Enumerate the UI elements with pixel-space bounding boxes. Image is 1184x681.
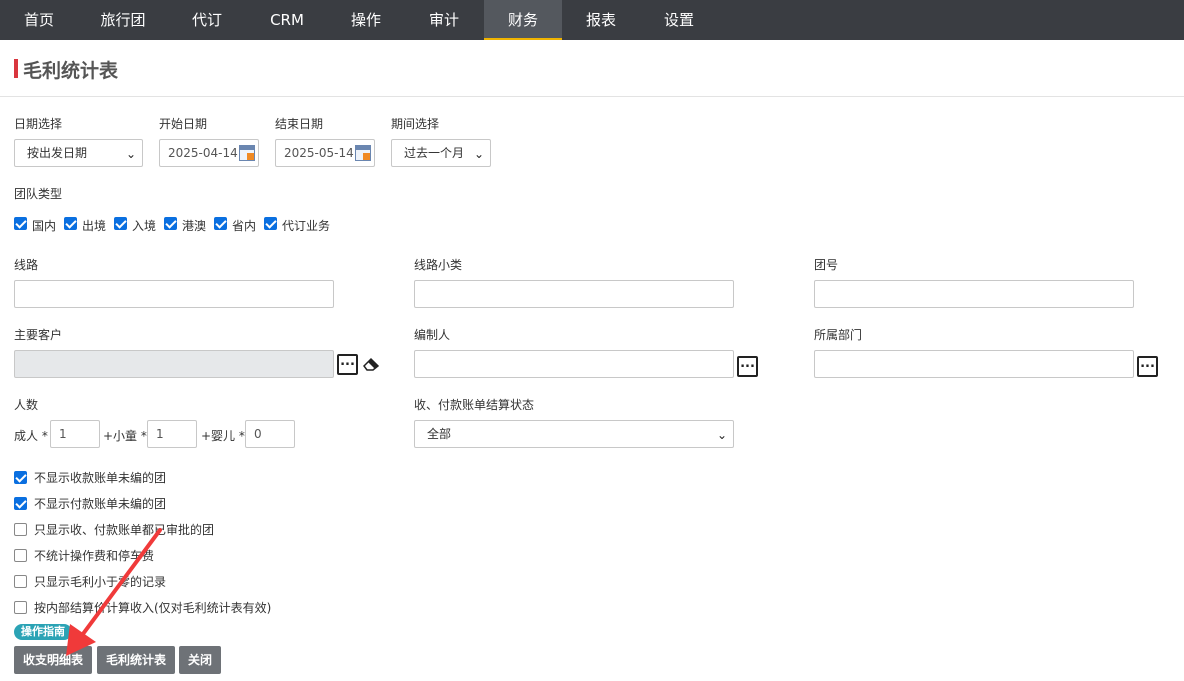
guide-badge[interactable]: 操作指南: [14, 624, 72, 640]
editor-label: 编制人: [414, 328, 451, 342]
start-date-input[interactable]: 2025-04-14: [159, 139, 259, 167]
more-icon[interactable]: ...: [737, 356, 758, 377]
date-select[interactable]: 按出发日期 ⌄: [14, 139, 143, 167]
department-input[interactable]: [814, 350, 1134, 378]
period-label: 期间选择: [391, 117, 440, 131]
option-checkbox-negative-profit[interactable]: [14, 575, 27, 588]
editor-input[interactable]: [414, 350, 734, 378]
date-select-label: 日期选择: [14, 117, 63, 131]
option-checkbox-exclude-fees[interactable]: [14, 549, 27, 562]
calendar-icon[interactable]: [355, 145, 371, 161]
group-no-input[interactable]: [814, 280, 1134, 308]
end-date-value: 2025-05-14: [284, 146, 354, 160]
team-type-label-province: 省内: [232, 219, 257, 233]
option-label: 不统计操作费和停车费: [34, 549, 155, 563]
top-nav: 首页 旅行团 代订 CRM 操作 审计 财务 报表 设置: [0, 0, 1184, 40]
team-type-checkbox-domestic[interactable]: [14, 217, 27, 230]
more-icon[interactable]: ...: [337, 354, 358, 375]
settle-status-select[interactable]: 全部 ⌄: [414, 420, 734, 448]
profit-report-button[interactable]: 毛利统计表: [97, 646, 175, 674]
option-checkbox-only-approved[interactable]: [14, 523, 27, 536]
period-select[interactable]: 过去一个月 ⌄: [391, 139, 491, 167]
nav-audit[interactable]: 审计: [404, 0, 484, 40]
date-select-value: 按出发日期: [27, 146, 88, 160]
department-label: 所属部门: [814, 328, 863, 342]
child-input[interactable]: 1: [147, 420, 197, 448]
team-type-label-outbound: 出境: [82, 219, 107, 233]
team-type-checkbox-hkmacau[interactable]: [164, 217, 177, 230]
team-type-label-inbound: 入境: [132, 219, 157, 233]
end-date-input[interactable]: 2025-05-14: [275, 139, 375, 167]
option-label: 只显示收、付款账单都已审批的团: [34, 523, 215, 537]
title-marker: [14, 59, 18, 78]
start-date-value: 2025-04-14: [168, 146, 238, 160]
option-label: 不显示付款账单未编的团: [34, 497, 167, 511]
adult-input[interactable]: 1: [50, 420, 100, 448]
team-type-label-domestic: 国内: [32, 219, 57, 233]
option-checkbox-hide-unbilled-payments[interactable]: [14, 497, 27, 510]
settle-status-value: 全部: [427, 427, 452, 441]
annotation-arrow: [66, 528, 162, 656]
nav-finance[interactable]: 财务: [484, 0, 562, 40]
start-date-label: 开始日期: [159, 117, 208, 131]
team-type-checkbox-inbound[interactable]: [114, 217, 127, 230]
route-input[interactable]: [14, 280, 334, 308]
route-sub-label: 线路小类: [414, 258, 463, 272]
adult-label: 成人 *: [14, 429, 48, 443]
period-value: 过去一个月: [404, 146, 465, 160]
team-type-checkbox-outbound[interactable]: [64, 217, 77, 230]
option-label: 不显示收款账单未编的团: [34, 471, 167, 485]
more-icon[interactable]: ...: [1137, 356, 1158, 377]
nav-home[interactable]: 首页: [0, 0, 78, 40]
people-label: 人数: [14, 398, 39, 412]
route-label: 线路: [14, 258, 39, 272]
nav-booking[interactable]: 代订: [168, 0, 246, 40]
nav-crm[interactable]: CRM: [246, 0, 328, 40]
calendar-icon[interactable]: [239, 145, 255, 161]
nav-tour-group[interactable]: 旅行团: [78, 0, 168, 40]
option-checkbox-hide-unbilled-receipts[interactable]: [14, 471, 27, 484]
end-date-label: 结束日期: [275, 117, 324, 131]
eraser-icon[interactable]: [362, 357, 380, 371]
main-customer-input[interactable]: [14, 350, 334, 378]
title-bar: 毛利统计表: [0, 40, 1184, 97]
chevron-down-icon: ⌄: [125, 147, 136, 161]
nav-operation[interactable]: 操作: [328, 0, 404, 40]
nav-settings[interactable]: 设置: [640, 0, 718, 40]
infant-input[interactable]: 0: [245, 420, 295, 448]
team-type-label: 团队类型: [14, 187, 63, 201]
close-button[interactable]: 关闭: [179, 646, 221, 674]
group-no-label: 团号: [814, 258, 839, 272]
nav-reports[interactable]: 报表: [562, 0, 640, 40]
team-type-checkbox-booking[interactable]: [264, 217, 277, 230]
option-checkbox-internal-price[interactable]: [14, 601, 27, 614]
team-type-label-booking: 代订业务: [282, 219, 331, 233]
page-title: 毛利统计表: [23, 60, 119, 82]
infant-label: +婴儿 *: [201, 429, 245, 443]
route-sub-input[interactable]: [414, 280, 734, 308]
option-label: 只显示毛利小于零的记录: [34, 575, 167, 589]
child-label: +小童 *: [103, 429, 147, 443]
settle-status-label: 收、付款账单结算状态: [414, 398, 535, 412]
detail-report-button[interactable]: 收支明细表: [14, 646, 92, 674]
chevron-down-icon: ⌄: [473, 147, 484, 161]
team-type-label-hkmacau: 港澳: [182, 219, 207, 233]
main-customer-label: 主要客户: [14, 328, 63, 342]
option-label: 按内部结算价计算收入(仅对毛利统计表有效): [34, 601, 272, 615]
team-type-checkbox-province[interactable]: [214, 217, 227, 230]
chevron-down-icon: ⌄: [716, 428, 727, 442]
